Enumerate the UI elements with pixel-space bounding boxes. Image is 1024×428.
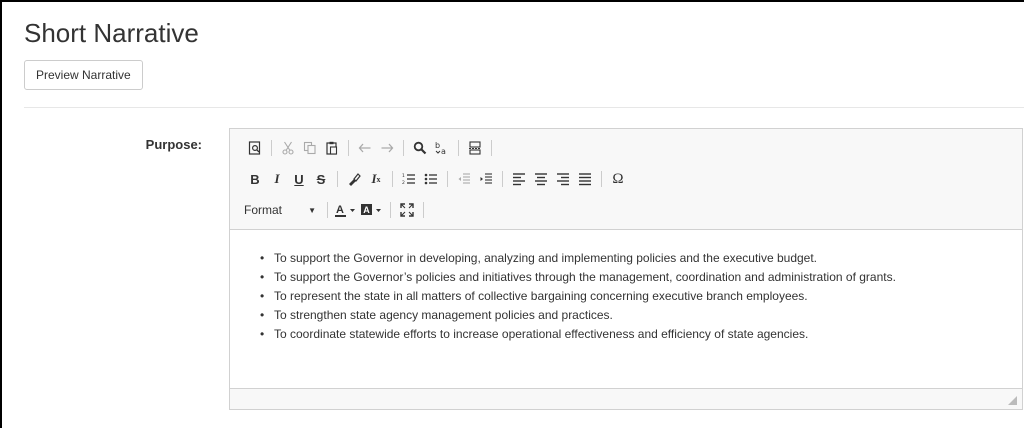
- increase-indent-icon[interactable]: [475, 168, 497, 190]
- editor-statusbar: [230, 388, 1022, 409]
- find-icon[interactable]: [409, 137, 431, 159]
- svg-text:A: A: [336, 204, 344, 216]
- list-item: • To coordinate statewide efforts to incr…: [260, 327, 809, 341]
- svg-text:b: b: [435, 141, 440, 150]
- replace-icon[interactable]: ba: [431, 137, 453, 159]
- cut-icon[interactable]: [277, 137, 299, 159]
- list-item: • To strengthen state agency management p…: [260, 308, 613, 322]
- toolbar-separator: [447, 171, 448, 187]
- toolbar-separator: [423, 202, 424, 218]
- copy-icon[interactable]: [299, 137, 321, 159]
- maximize-icon[interactable]: [396, 199, 418, 221]
- list-item: • To support the Governor in developing, …: [260, 251, 818, 265]
- toolbar-row-1: ba: [244, 137, 497, 159]
- redo-icon[interactable]: [376, 137, 398, 159]
- preview-narrative-button[interactable]: Preview Narrative: [24, 60, 143, 90]
- toolbar-separator: [601, 171, 602, 187]
- toolbar-separator: [327, 202, 328, 218]
- toolbar-separator: [271, 140, 272, 156]
- chevron-down-icon: ▼: [308, 205, 316, 215]
- justify-icon[interactable]: [574, 168, 596, 190]
- underline-icon[interactable]: U: [288, 168, 310, 190]
- paste-icon[interactable]: [321, 137, 343, 159]
- format-dropdown[interactable]: Format ▼: [244, 199, 322, 221]
- list-item: • To support the Governor’s policies and …: [260, 270, 896, 284]
- undo-icon[interactable]: [354, 137, 376, 159]
- align-center-icon[interactable]: [530, 168, 552, 190]
- purpose-label: Purpose:: [145, 137, 202, 152]
- numbered-list-icon[interactable]: 12: [398, 168, 420, 190]
- toolbar-separator: [403, 140, 404, 156]
- toolbar-separator: [337, 171, 338, 187]
- align-left-icon[interactable]: [508, 168, 530, 190]
- strikethrough-icon[interactable]: S: [310, 168, 332, 190]
- bulleted-list-icon[interactable]: [420, 168, 442, 190]
- background-color-icon[interactable]: A: [359, 199, 385, 221]
- toolbar-separator: [392, 171, 393, 187]
- svg-text:1: 1: [402, 173, 405, 179]
- bold-icon[interactable]: B: [244, 168, 266, 190]
- editor-content[interactable]: • To support the Governor in developing, …: [230, 230, 1022, 388]
- text-color-icon[interactable]: A: [333, 199, 359, 221]
- italic-icon[interactable]: I: [266, 168, 288, 190]
- editor-toolbar: ba B I U S Ix 12 Ω Format ▼ A A: [230, 129, 1022, 230]
- toolbar-separator: [458, 140, 459, 156]
- purpose-list: • To support the Governor in developing, …: [260, 249, 896, 344]
- svg-text:a: a: [441, 147, 446, 155]
- align-right-icon[interactable]: [552, 168, 574, 190]
- toolbar-separator: [390, 202, 391, 218]
- special-character-icon[interactable]: Ω: [607, 168, 629, 190]
- format-dropdown-label: Format: [244, 203, 283, 217]
- toolbar-row-2: B I U S Ix 12 Ω: [244, 168, 629, 190]
- toolbar-separator: [348, 140, 349, 156]
- toolbar-row-3: Format ▼ A A: [244, 199, 429, 221]
- remove-format-icon[interactable]: Ix: [365, 168, 387, 190]
- decrease-indent-icon[interactable]: [453, 168, 475, 190]
- resize-handle-icon[interactable]: [1008, 396, 1017, 405]
- list-item: • To represent the state in all matters o…: [260, 289, 808, 303]
- rich-text-editor: ba B I U S Ix 12 Ω Format ▼ A A • To sup…: [229, 128, 1023, 410]
- preview-icon[interactable]: [244, 137, 266, 159]
- toolbar-separator: [502, 171, 503, 187]
- svg-text:A: A: [363, 205, 370, 215]
- svg-text:2: 2: [402, 180, 405, 186]
- page-break-icon[interactable]: [464, 137, 486, 159]
- toolbar-separator: [491, 140, 492, 156]
- divider: [24, 107, 1024, 108]
- page-title: Short Narrative: [24, 18, 199, 48]
- copy-format-icon[interactable]: [343, 168, 365, 190]
